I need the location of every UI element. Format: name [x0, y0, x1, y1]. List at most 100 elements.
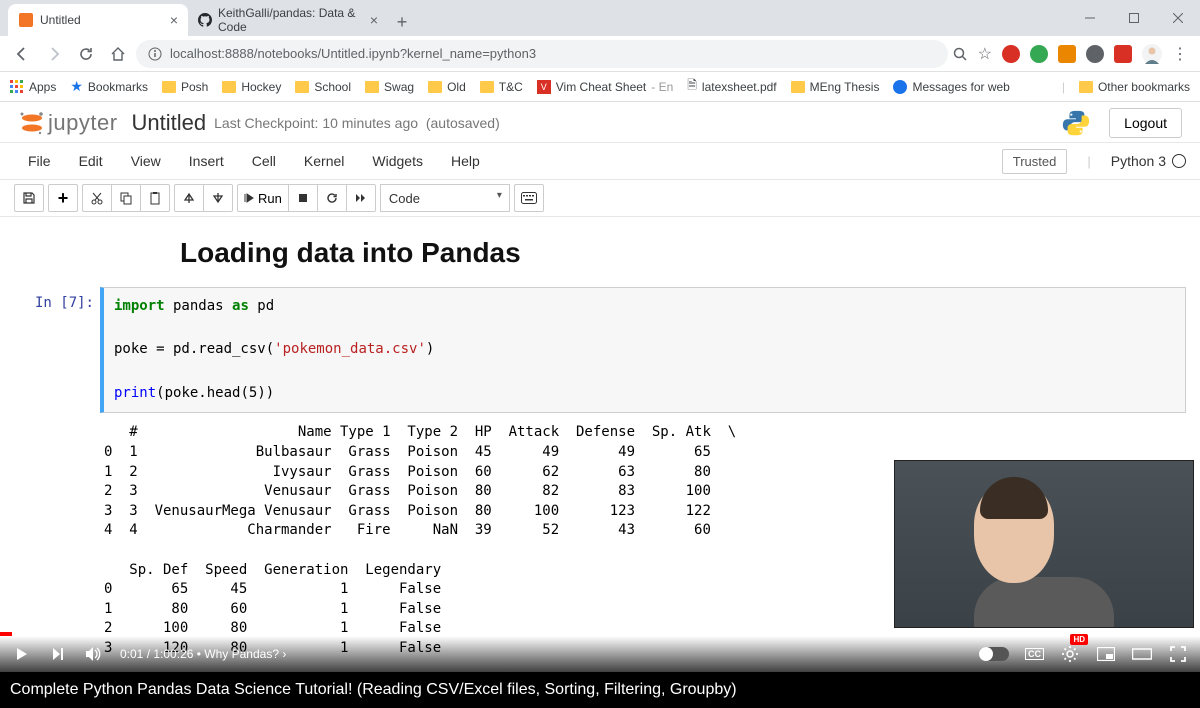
menu-cell[interactable]: Cell	[238, 147, 290, 175]
bookmark-folder[interactable]: Swag	[365, 80, 414, 94]
command-palette-button[interactable]	[514, 184, 544, 212]
run-button[interactable]: Run	[237, 184, 289, 212]
tab-title: Untitled	[40, 13, 81, 27]
restart-run-all-button[interactable]	[346, 184, 376, 212]
window-close-icon[interactable]	[1156, 3, 1200, 33]
tab-title: KeithGalli/pandas: Data & Code	[218, 6, 364, 34]
browser-tab-active[interactable]: Untitled ×	[8, 4, 188, 36]
apps-button[interactable]: Apps	[10, 80, 56, 94]
site-info-icon[interactable]	[148, 47, 162, 61]
kernel-status-icon	[1172, 154, 1186, 168]
menu-view[interactable]: View	[117, 147, 175, 175]
cell-type-select[interactable]: Code	[380, 184, 510, 212]
paste-button[interactable]	[140, 184, 170, 212]
bookmark-item[interactable]: 🗎latexsheet.pdf	[687, 76, 776, 97]
bookmark-folder[interactable]: Old	[428, 80, 466, 94]
input-prompt: In [7]:	[14, 287, 104, 659]
nav-home-icon[interactable]	[104, 40, 132, 68]
tab-close-icon[interactable]: ×	[170, 12, 178, 28]
menu-file[interactable]: File	[14, 147, 65, 175]
bookmark-folder[interactable]: Posh	[162, 80, 208, 94]
jupyter-toolbar: + Run Code	[0, 180, 1200, 217]
browser-tab-inactive[interactable]: KeithGalli/pandas: Data & Code ×	[188, 4, 388, 36]
restart-button[interactable]	[317, 184, 347, 212]
bookmark-item[interactable]: VVim Cheat Sheet- En	[537, 80, 674, 94]
presenter-webcam	[894, 460, 1194, 628]
move-up-button[interactable]	[174, 184, 204, 212]
window-controls	[1068, 0, 1200, 36]
trusted-badge[interactable]: Trusted	[1002, 149, 1068, 174]
extension-icon[interactable]	[1002, 45, 1020, 63]
cut-button[interactable]	[82, 184, 112, 212]
folder-icon	[1079, 81, 1093, 93]
bookmark-folder[interactable]: T&C	[480, 80, 523, 94]
folder-icon	[428, 81, 442, 93]
markdown-heading[interactable]: Loading data into Pandas	[0, 229, 1200, 287]
bookmark-star[interactable]: ★Bookmarks	[70, 78, 148, 95]
vim-icon: V	[537, 80, 551, 94]
window-minimize-icon[interactable]	[1068, 3, 1112, 33]
theater-icon[interactable]	[1132, 644, 1152, 664]
jupyter-header: jupyter Untitled Last Checkpoint: 10 min…	[0, 102, 1200, 142]
extension-icon[interactable]	[1058, 45, 1076, 63]
profile-avatar-icon[interactable]	[1142, 44, 1162, 64]
nav-back-icon[interactable]	[8, 40, 36, 68]
notebook-title[interactable]: Untitled	[132, 110, 207, 136]
next-icon[interactable]	[48, 644, 68, 664]
miniplayer-icon[interactable]	[1096, 644, 1116, 664]
fullscreen-icon[interactable]	[1168, 644, 1188, 664]
extension-icon[interactable]	[1114, 45, 1132, 63]
nav-reload-icon[interactable]	[72, 40, 100, 68]
video-time: 0:01 / 1:00:26 • Why Pandas? ›	[120, 647, 286, 661]
save-button[interactable]	[14, 184, 44, 212]
play-icon[interactable]	[12, 644, 32, 664]
messages-icon	[893, 80, 907, 94]
captions-button[interactable]: CC	[1025, 648, 1044, 660]
window-maximize-icon[interactable]	[1112, 3, 1156, 33]
interrupt-button[interactable]	[288, 184, 318, 212]
folder-icon	[365, 81, 379, 93]
address-bar[interactable]: localhost:8888/notebooks/Untitled.ipynb?…	[136, 40, 948, 68]
code-input[interactable]: import pandas as pd poke = pd.read_csv('…	[100, 287, 1186, 413]
divider: |	[1087, 154, 1090, 169]
extension-icon[interactable]	[1086, 45, 1104, 63]
apps-grid-icon	[10, 80, 24, 94]
search-icon[interactable]	[952, 46, 968, 62]
bookmark-item[interactable]: Messages for web	[893, 80, 1009, 94]
extension-icon[interactable]	[1030, 45, 1048, 63]
url-text: localhost:8888/notebooks/Untitled.ipynb?…	[170, 46, 536, 61]
other-bookmarks-button[interactable]: Other bookmarks	[1079, 80, 1190, 94]
add-cell-button[interactable]: +	[48, 184, 78, 212]
jupyter-logo[interactable]: jupyter	[18, 109, 118, 137]
menu-help[interactable]: Help	[437, 147, 494, 175]
menu-insert[interactable]: Insert	[175, 147, 238, 175]
move-down-button[interactable]	[203, 184, 233, 212]
nav-forward-icon[interactable]	[40, 40, 68, 68]
menu-widgets[interactable]: Widgets	[358, 147, 437, 175]
jupyter-menubar: File Edit View Insert Cell Kernel Widget…	[0, 142, 1200, 180]
bookmark-divider: |	[1062, 80, 1065, 94]
chevron-right-icon[interactable]: ›	[282, 647, 286, 661]
menu-kernel[interactable]: Kernel	[290, 147, 358, 175]
logout-button[interactable]: Logout	[1109, 108, 1182, 138]
copy-button[interactable]	[111, 184, 141, 212]
menu-icon[interactable]: ⋮	[1172, 44, 1188, 64]
bookmarks-bar: Apps ★Bookmarks Posh Hockey School Swag …	[0, 72, 1200, 102]
github-favicon	[198, 12, 212, 28]
folder-icon	[791, 81, 805, 93]
menu-edit[interactable]: Edit	[65, 147, 117, 175]
folder-icon	[222, 81, 236, 93]
kernel-indicator[interactable]: Python 3	[1111, 153, 1186, 169]
tab-close-icon[interactable]: ×	[370, 12, 378, 28]
volume-icon[interactable]	[84, 644, 104, 664]
star-icon: ★	[70, 78, 83, 95]
bookmark-folder[interactable]: Hockey	[222, 80, 281, 94]
settings-icon[interactable]: HD	[1060, 644, 1080, 664]
video-title-bar: Complete Python Pandas Data Science Tuto…	[0, 672, 1200, 708]
bookmark-folder[interactable]: MEng Thesis	[791, 80, 880, 94]
bookmark-folder[interactable]: School	[295, 80, 351, 94]
star-icon[interactable]: ☆	[978, 44, 992, 64]
folder-icon	[295, 81, 309, 93]
new-tab-button[interactable]: +	[388, 8, 416, 36]
autoplay-toggle[interactable]	[979, 647, 1009, 661]
